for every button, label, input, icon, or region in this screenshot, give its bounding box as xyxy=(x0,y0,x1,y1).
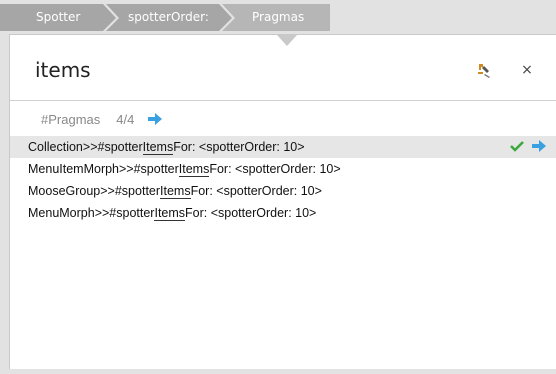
breadcrumb-item-spotter[interactable]: Spotter xyxy=(36,9,80,25)
results-list: Collection>>#spotterItemsFor: <spotterOr… xyxy=(10,136,556,224)
breadcrumb: Spotter spotterOrder: Pragmas xyxy=(0,0,556,34)
debug-tool-button[interactable] xyxy=(473,60,495,82)
results-panel: items × #Pragmas 4/4 Collection>>#spotte… xyxy=(9,34,556,370)
list-item[interactable]: MenuItemMorph>>#spotterItemsFor: <spotte… xyxy=(10,158,556,180)
header-divider xyxy=(10,100,556,101)
breadcrumb-item-pragmas[interactable]: Pragmas xyxy=(252,9,304,25)
debug-tool-icon xyxy=(478,64,490,78)
result-label: MenuItemMorph>>#spotterItemsFor: <spotte… xyxy=(28,162,341,177)
spotter-window: Spotter spotterOrder: Pragmas items × #P… xyxy=(0,0,556,374)
dive-in-item-button[interactable] xyxy=(532,140,546,152)
group-header: #Pragmas 4/4 xyxy=(41,109,163,129)
row-actions xyxy=(510,140,554,152)
group-count: 4/4 xyxy=(116,111,135,127)
panel-pointer xyxy=(277,35,297,46)
window-bottom-edge xyxy=(9,369,556,374)
result-label: MooseGroup>>#spotterItemsFor: <spotterOr… xyxy=(28,184,322,199)
group-name[interactable]: #Pragmas xyxy=(41,112,100,127)
arrow-right-icon xyxy=(148,113,163,125)
breadcrumb-item-spotterorder[interactable]: spotterOrder: xyxy=(128,9,209,25)
result-label: MenuMorph>>#spotterItemsFor: <spotterOrd… xyxy=(28,206,317,221)
search-field[interactable]: items xyxy=(35,57,91,83)
checkmark-icon xyxy=(510,141,524,152)
accept-button[interactable] xyxy=(510,140,524,152)
close-button[interactable]: × xyxy=(517,60,537,80)
list-item[interactable]: Collection>>#spotterItemsFor: <spotterOr… xyxy=(10,136,556,158)
result-label: Collection>>#spotterItemsFor: <spotterOr… xyxy=(28,140,305,155)
arrow-right-icon xyxy=(532,140,546,152)
dive-in-group-button[interactable] xyxy=(148,113,163,125)
list-item[interactable]: MooseGroup>>#spotterItemsFor: <spotterOr… xyxy=(10,180,556,202)
list-item[interactable]: MenuMorph>>#spotterItemsFor: <spotterOrd… xyxy=(10,202,556,224)
